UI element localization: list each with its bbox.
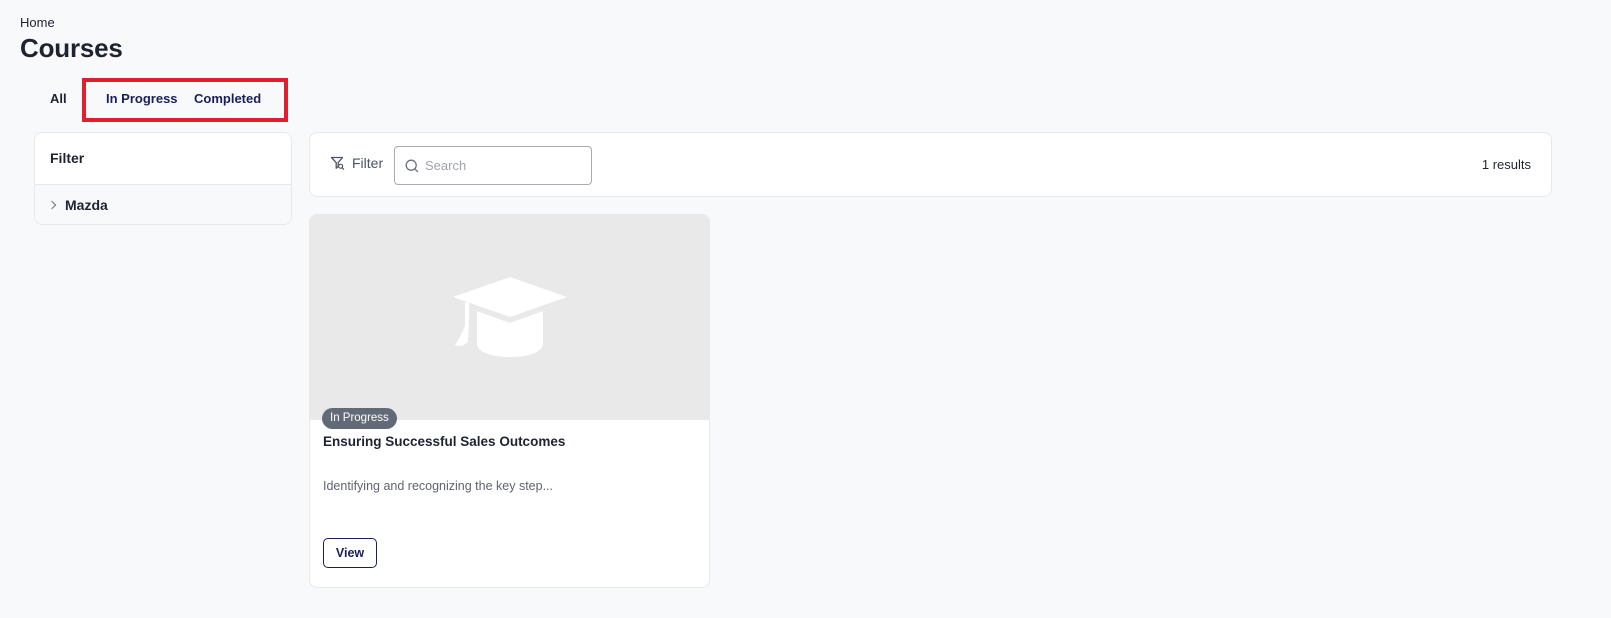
results-count: 1 results <box>1481 157 1531 172</box>
filter-panel: Filter Mazda <box>34 132 292 225</box>
results-toolbar: Filter 1 results <box>309 132 1552 197</box>
search-icon <box>405 159 419 173</box>
filter-button[interactable]: Filter <box>330 155 383 171</box>
breadcrumb-home[interactable]: Home <box>20 15 55 30</box>
tab-in-progress[interactable]: In Progress <box>106 84 178 114</box>
view-button[interactable]: View <box>323 538 377 568</box>
status-badge: In Progress <box>322 408 397 429</box>
search-box <box>394 146 592 185</box>
course-title: Ensuring Successful Sales Outcomes <box>323 434 566 449</box>
chevron-right-icon <box>47 200 57 210</box>
graduation-cap-icon <box>453 277 567 357</box>
filter-group-label: Mazda <box>65 197 108 213</box>
course-description: Identifying and recognizing the key step… <box>323 479 554 493</box>
tab-completed[interactable]: Completed <box>194 84 261 114</box>
search-input[interactable] <box>425 147 585 184</box>
filter-icon <box>330 156 345 170</box>
filter-group-mazda[interactable]: Mazda <box>35 185 291 224</box>
course-card[interactable]: In Progress Ensuring Successful Sales Ou… <box>309 214 710 588</box>
filter-button-label: Filter <box>352 155 384 171</box>
courses-page: Home Courses All In Progress Completed F… <box>0 0 1611 618</box>
tab-all[interactable]: All <box>50 84 67 114</box>
page-title: Courses <box>20 33 123 63</box>
filter-panel-title: Filter <box>35 133 291 185</box>
course-thumbnail: In Progress <box>310 215 709 429</box>
